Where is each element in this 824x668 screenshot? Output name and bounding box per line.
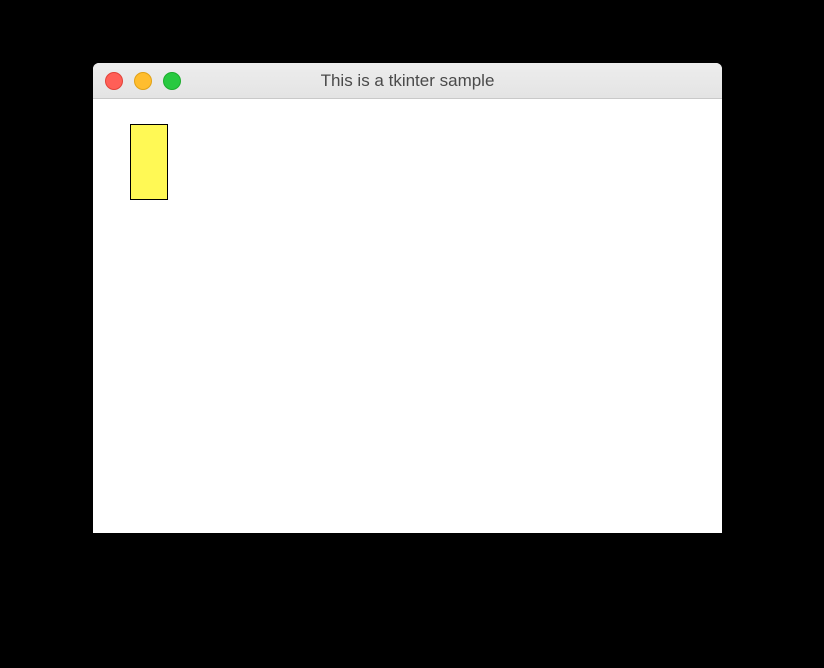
traffic-lights	[105, 72, 181, 90]
application-window: This is a tkinter sample	[93, 63, 722, 533]
titlebar[interactable]: This is a tkinter sample	[93, 63, 722, 99]
zoom-icon[interactable]	[163, 72, 181, 90]
close-icon[interactable]	[105, 72, 123, 90]
canvas-area	[93, 99, 722, 533]
minimize-icon[interactable]	[134, 72, 152, 90]
window-title: This is a tkinter sample	[93, 71, 722, 91]
yellow-rectangle	[130, 124, 168, 200]
